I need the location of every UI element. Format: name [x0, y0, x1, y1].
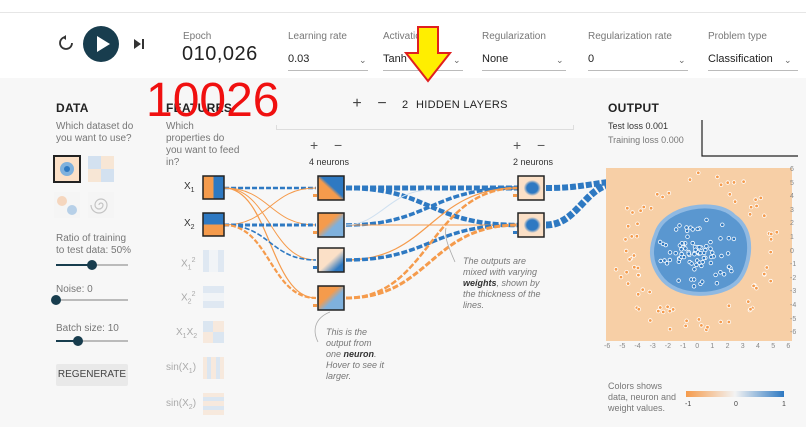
neuron-layer2-2[interactable] [513, 212, 545, 238]
legend-tick-mid: 0 [734, 401, 738, 408]
feature-node-x1-squared[interactable] [203, 250, 224, 272]
output-heatmap[interactable] [606, 168, 806, 346]
heatmap-x-tick: 1 [710, 343, 715, 350]
heatmap-y-tick: -1 [790, 261, 797, 269]
feature-node-x2[interactable] [202, 212, 225, 237]
feature-node-x1x2[interactable] [203, 321, 224, 343]
neuron-annotation: This is the output from one neuron. Hove… [326, 327, 385, 381]
weights-annotation: The outputs are mixed with varying weigh… [463, 256, 541, 310]
heatmap-x-tick: -1 [680, 343, 687, 350]
legend-tick-min: -1 [685, 401, 692, 408]
arrow-down-icon [404, 26, 452, 83]
heatmap-y-tick: 3 [790, 206, 794, 214]
color-legend-text: Colors shows data, neuron and weight val… [608, 381, 677, 413]
weight-links [223, 179, 610, 300]
heatmap-x-tick: -3 [649, 343, 656, 350]
heatmap-y-tick: 1 [790, 234, 794, 241]
loss-chart [701, 120, 798, 157]
heatmap-y-tick: 2 [790, 220, 794, 228]
output-title: OUTPUT [608, 101, 660, 115]
heatmap-x-tick: 4 [756, 343, 760, 350]
neuron-layer2-1[interactable] [513, 175, 545, 201]
test-loss: Test loss 0.001 [608, 121, 669, 131]
neuron-layer1-1[interactable] [313, 175, 345, 201]
feature-node-sin-x2[interactable] [203, 393, 224, 415]
heatmap-y-tick: -2 [790, 274, 797, 282]
heatmap-y-tick: 5 [790, 179, 794, 187]
heatmap-y-tick: 0 [790, 247, 794, 255]
neuron-layer1-4[interactable] [313, 285, 345, 311]
feature-node-sin-x1[interactable] [203, 357, 224, 379]
feature-node-x2-squared[interactable] [203, 286, 224, 308]
heatmap-y-tick: 4 [790, 193, 794, 201]
neuron-layer1-2[interactable] [313, 212, 345, 238]
training-loss: Training loss 0.000 [608, 135, 684, 145]
epoch-overlay-number: 10026 [146, 74, 280, 127]
heatmap-x-tick: -4 [634, 343, 641, 350]
neuron-layer1-3[interactable] [313, 247, 345, 273]
heatmap-x-tick: 3 [740, 343, 745, 350]
heatmap-x-tick: -6 [604, 343, 611, 350]
heatmap-x-tick: -5 [619, 343, 626, 350]
heatmap-x-tick: 2 [725, 343, 730, 350]
heatmap-y-tick: -5 [790, 315, 797, 323]
heatmap-y-tick: -3 [790, 288, 797, 296]
heatmap-y-tick: 6 [790, 166, 794, 173]
heatmap-x-tick: 0 [695, 343, 700, 350]
heatmap-x-tick: 5 [771, 343, 776, 350]
heatmap-x-tick: -2 [664, 343, 672, 350]
feature-node-x1[interactable] [202, 175, 225, 200]
heatmap-x-tick: 6 [786, 343, 791, 350]
legend-tick-max: 1 [782, 401, 786, 408]
heatmap-y-tick: -4 [790, 302, 797, 309]
heatmap-y-tick: -6 [790, 329, 797, 337]
